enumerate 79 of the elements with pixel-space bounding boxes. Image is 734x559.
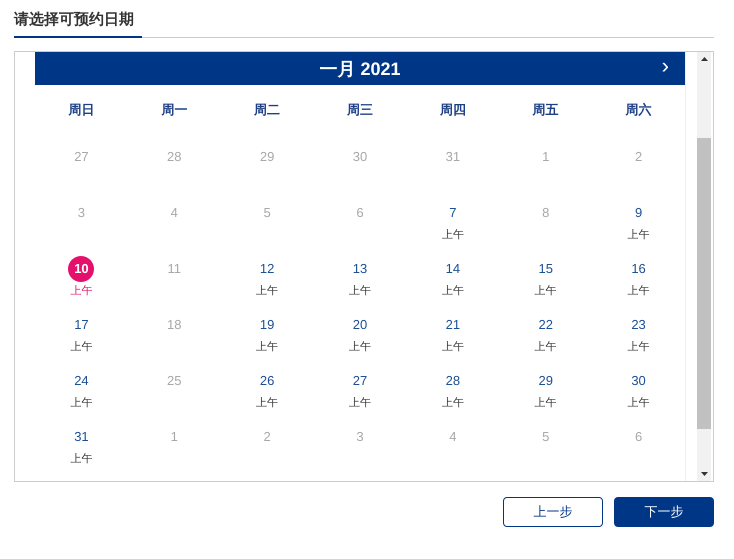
day-number[interactable]: 7 [440,200,466,226]
day-number: 25 [166,372,182,390]
next-month-button[interactable]: › [658,52,673,80]
scroll-down-icon[interactable] [700,472,708,476]
next-step-button[interactable]: 下一步 [614,497,714,527]
day-number[interactable]: 29 [532,368,559,394]
time-slot-label: 上午 [442,227,464,242]
day-number[interactable]: 16 [626,256,652,282]
day-number[interactable]: 9 [626,200,652,226]
day-number: 11 [166,260,182,278]
day-number: 27 [73,148,90,166]
day-number: 5 [541,428,550,446]
day-number: 2 [634,148,644,166]
time-slot-label: 上午 [256,339,278,354]
day-number[interactable]: 17 [68,312,94,338]
day-number[interactable]: 10 [68,256,94,282]
day-number: 18 [166,316,182,334]
time-slot-label: 上午 [534,339,557,354]
time-slot-label: 上午 [70,451,92,466]
weekday-label: 周三 [346,102,373,120]
day-number: 29 [258,148,276,166]
day-number: 30 [352,148,368,166]
weekday-label: 周一 [161,102,188,120]
scroll-up-icon[interactable] [700,57,708,61]
weekday-label: 周四 [440,102,466,120]
time-slot-label: 上午 [256,395,278,410]
weekday-label: 周五 [532,102,559,120]
day-number: 1 [170,428,179,446]
day-number[interactable]: 21 [440,312,466,338]
time-slot-label: 上午 [70,395,92,410]
day-number[interactable]: 27 [346,368,373,394]
day-number: 28 [166,148,182,166]
time-slot-label: 上午 [534,395,557,410]
day-number: 6 [634,428,644,446]
time-slot-label: 上午 [70,283,92,298]
day-number[interactable]: 22 [532,312,559,338]
time-slot-label: 上午 [348,339,371,354]
time-slot-label: 上午 [348,395,371,410]
previous-step-button[interactable]: 上一步 [503,497,603,527]
time-slot-label: 上午 [628,395,650,410]
time-slot-label: 上午 [256,283,278,298]
day-number[interactable]: 24 [68,368,94,394]
day-number[interactable]: 31 [68,424,94,450]
weekday-label: 周六 [626,102,652,120]
time-slot-label: 上午 [348,283,371,298]
day-number: 3 [76,204,86,222]
day-number[interactable]: 12 [254,256,280,282]
day-number: 5 [262,204,272,222]
day-number[interactable]: 26 [254,368,280,394]
day-number: 4 [170,204,179,222]
scrollbar-thumb[interactable] [697,138,711,429]
day-number[interactable]: 14 [440,256,466,282]
time-slot-label: 上午 [628,283,650,298]
time-slot-label: 上午 [442,283,464,298]
day-number: 6 [355,204,365,222]
day-number: 8 [541,204,550,222]
day-number[interactable]: 23 [626,312,652,338]
day-number[interactable]: 19 [254,312,280,338]
time-slot-label: 上午 [628,339,650,354]
day-number: 4 [448,428,458,446]
day-number[interactable]: 13 [346,256,373,282]
day-number[interactable]: 15 [532,256,559,282]
weekday-label: 周日 [68,102,94,120]
day-number: 3 [355,428,365,446]
day-number: 2 [262,428,272,446]
time-slot-label: 上午 [442,395,464,410]
day-number: 1 [541,148,550,166]
scrollbar[interactable] [697,52,711,481]
day-number[interactable]: 30 [626,368,652,394]
time-slot-label: 上午 [442,339,464,354]
weekday-label: 周二 [254,102,280,120]
day-number: 31 [444,148,462,166]
time-slot-label: 上午 [628,227,650,242]
day-number[interactable]: 28 [440,368,466,394]
time-slot-label: 上午 [534,283,557,298]
day-number[interactable]: 20 [346,312,373,338]
page-title: 请选择可预约日期 [14,0,142,38]
month-label: 一月 2021 [319,58,401,80]
time-slot-label: 上午 [70,339,92,354]
